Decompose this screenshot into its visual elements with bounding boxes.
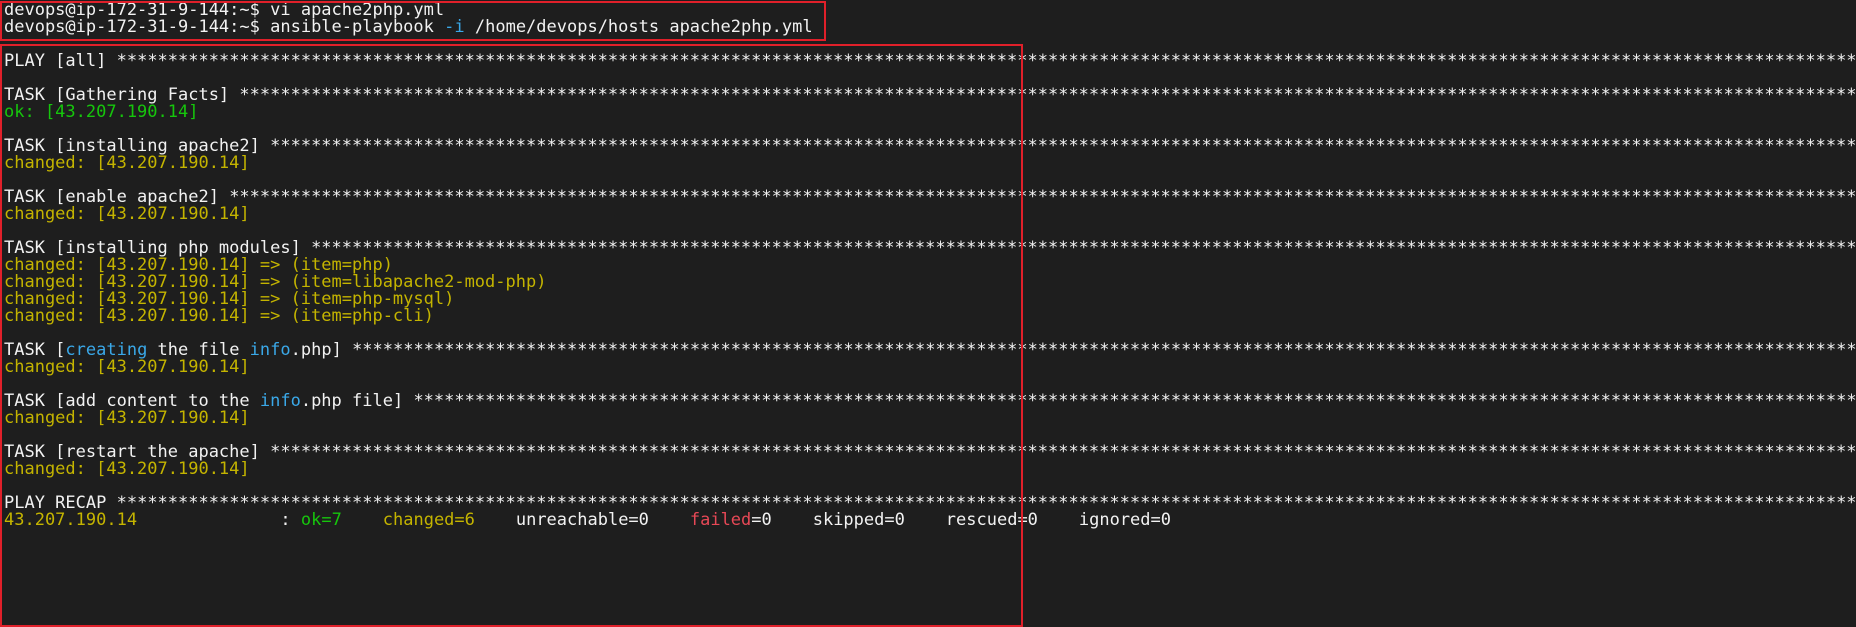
task-result-ok: ok: [43.207.190.14]: [4, 102, 199, 122]
task-result-changed: changed: [43.207.190.14]: [4, 357, 250, 377]
terminal-window[interactable]: devops@ip-172-31-9-144:~$ vi apache2php.…: [0, 0, 1856, 627]
recap-failed-key: failed: [689, 510, 752, 530]
recap-separator: :: [280, 510, 291, 530]
play-header: PLAY [all] *****************************…: [4, 51, 1856, 71]
task-result-changed: changed: [43.207.190.14]: [4, 408, 250, 428]
task-result-changed: changed: [43.207.190.14]: [4, 459, 250, 479]
recap-ignored: ignored=0: [1078, 510, 1171, 530]
task-item-result: changed: [43.207.190.14] => (item=php-cl…: [4, 306, 434, 326]
task-result-changed: changed: [43.207.190.14]: [4, 153, 250, 173]
prompt-line-2: devops@ip-172-31-9-144:~$ ansible-playbo…: [4, 17, 1856, 37]
recap-changed: changed=6: [382, 510, 475, 530]
recap-unreachable: unreachable=0: [515, 510, 649, 530]
recap-rescued: rescued=0: [945, 510, 1038, 530]
recap-ok: ok=7: [300, 510, 342, 530]
recap-host: 43.207.190.14: [4, 510, 138, 530]
output-highlight-box: [0, 44, 1023, 627]
recap-summary-row: 43.207.190.14 : ok=7 changed=6 unreachab…: [4, 510, 1856, 530]
prompt-user-host: devops@ip-172-31-9-144:~$: [4, 17, 260, 37]
task-result-changed: changed: [43.207.190.14]: [4, 204, 250, 224]
command-flag: -i: [444, 17, 465, 37]
separator-stars: ****************************************…: [116, 51, 1856, 71]
play-label: PLAY [all]: [4, 51, 107, 71]
recap-skipped: skipped=0: [812, 510, 905, 530]
command-args: /home/devops/hosts apache2php.yml: [474, 17, 813, 37]
command-text: ansible-playbook: [270, 17, 434, 37]
recap-failed-value: =0: [751, 510, 772, 530]
